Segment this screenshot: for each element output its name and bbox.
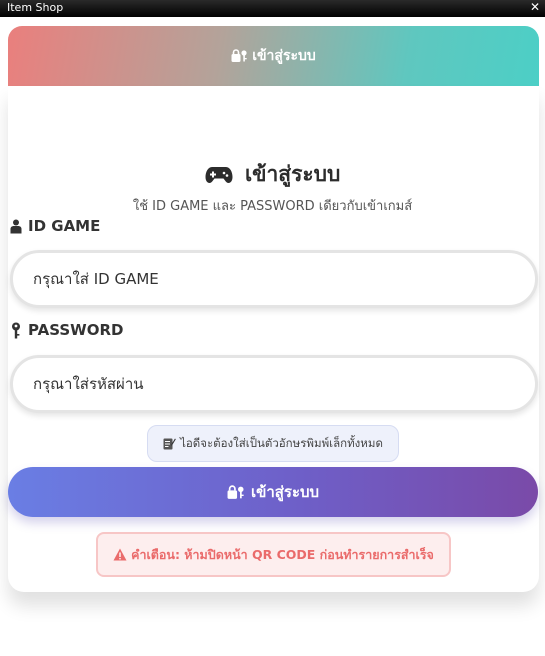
id-game-label-text: ID GAME [28,217,101,235]
header-banner: เข้าสู่ระบบ [8,26,539,86]
warning-text: คำเตือน: ห้ามปิดหน้า QR CODE ก่อนทำรายกา… [131,546,434,562]
window-title: Item Shop [7,1,64,14]
id-game-input[interactable] [13,253,535,305]
password-field-wrap [10,355,538,413]
id-game-label: ID GAME [10,217,100,235]
lock-key-icon [231,49,248,63]
hint-box: ไอดีจะต้องใส่เป็นตัวอักษรพิมพ์เล็กทั้งหม… [147,425,399,462]
password-label: PASSWORD [10,321,123,339]
page-title: เข้าสู่ระบบ [0,158,545,191]
login-button[interactable]: เข้าสู่ระบบ [8,467,538,517]
id-game-field-wrap [10,250,538,308]
header-label: เข้าสู่ระบบ [252,48,316,64]
heading-text: เข้าสู่ระบบ [244,162,341,186]
close-icon[interactable]: ✕ [530,0,540,15]
memo-icon [163,437,176,450]
password-label-text: PASSWORD [28,321,124,339]
key-icon [10,322,22,339]
gamepad-icon [205,164,233,184]
subheading: ใช้ ID GAME และ PASSWORD เดียวกับเข้าเกม… [132,199,413,214]
password-input[interactable] [13,358,535,410]
warning-banner: คำเตือน: ห้ามปิดหน้า QR CODE ก่อนทำรายกา… [96,532,451,577]
lock-key-icon [227,484,245,500]
hint-text: ไอดีจะต้องใส่เป็นตัวอักษรพิมพ์เล็กทั้งหม… [180,435,383,450]
warning-icon [113,548,127,561]
user-icon [10,219,22,234]
window-titlebar: Item Shop ✕ [0,0,545,17]
login-button-label: เข้าสู่ระบบ [250,483,320,501]
